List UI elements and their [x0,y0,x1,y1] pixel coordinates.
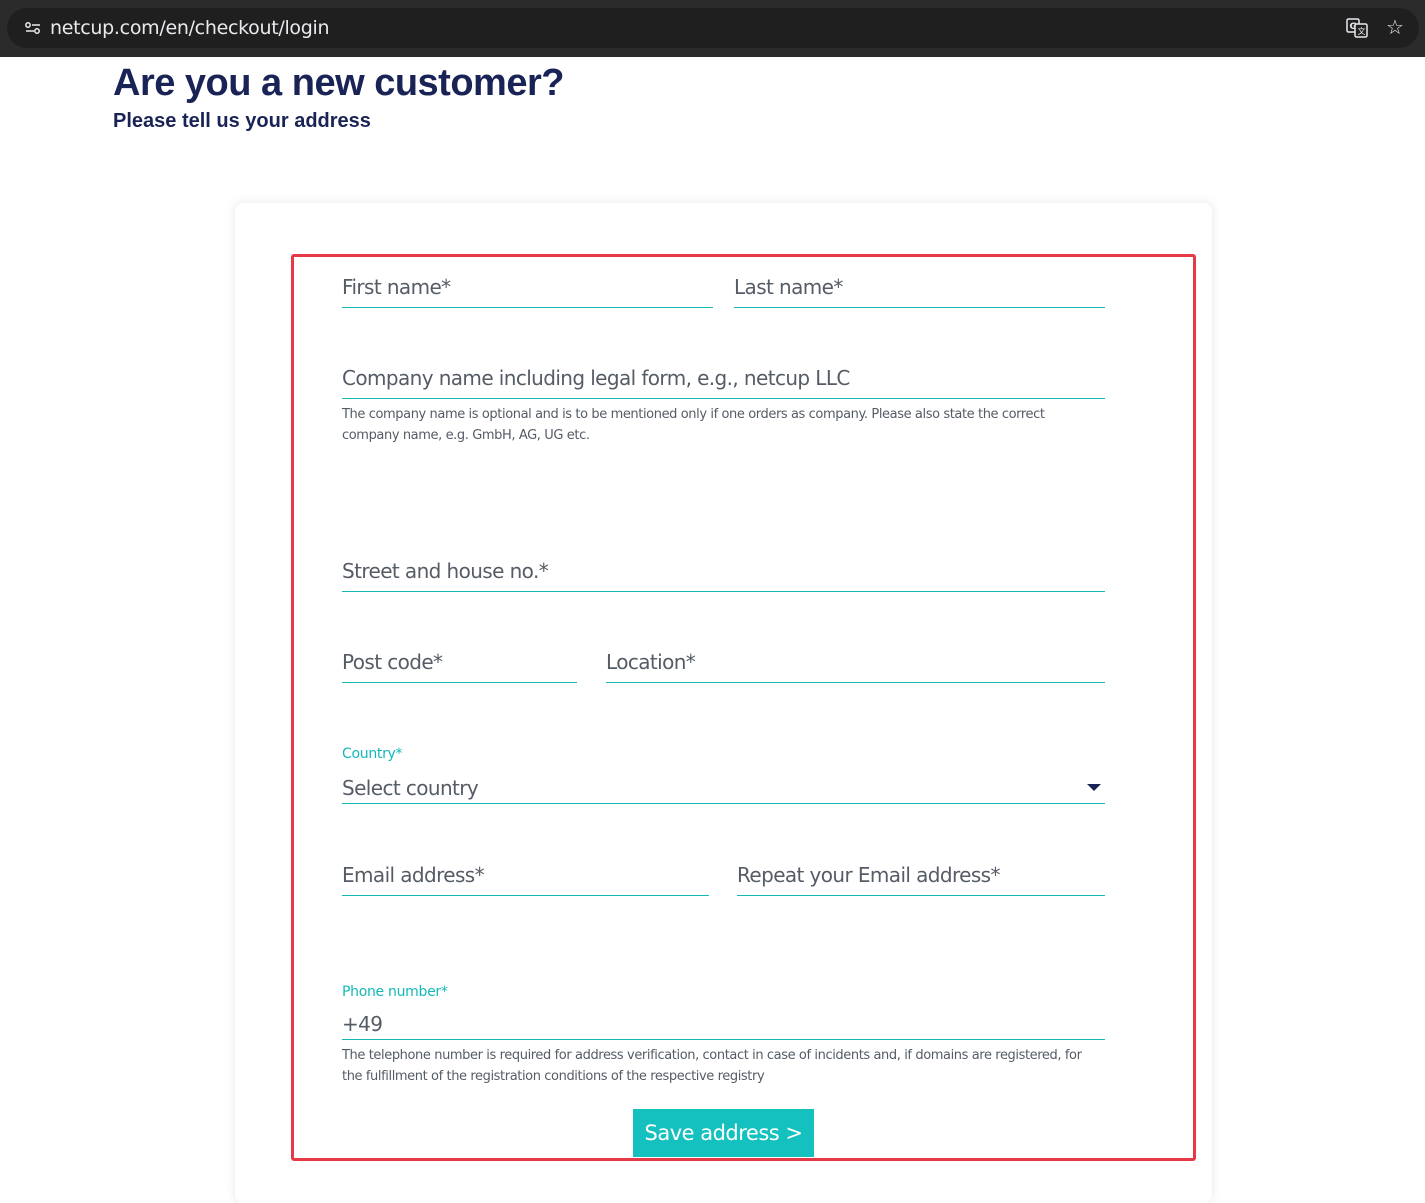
page-title: Are you a new customer? [113,62,564,104]
site-info-icon[interactable] [21,17,45,39]
address-bar[interactable]: netcup.com/en/checkout/login G 文 ☆ [7,8,1419,48]
bookmark-star-icon[interactable]: ☆ [1383,17,1407,39]
svg-text:文: 文 [1358,26,1366,36]
highlight-box [291,254,1196,1161]
translate-icon[interactable]: G 文 [1345,17,1369,39]
page-subtitle: Please tell us your address [113,110,371,132]
browser-toolbar: netcup.com/en/checkout/login G 文 ☆ [0,0,1425,57]
url-text[interactable]: netcup.com/en/checkout/login [50,17,330,39]
